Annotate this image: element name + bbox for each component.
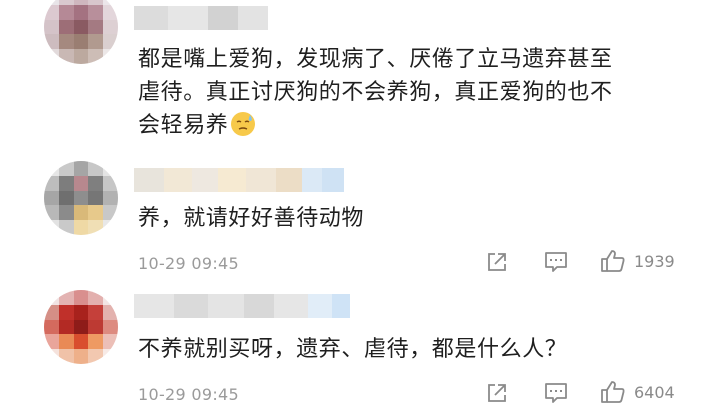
comment-text-line: 虐待。真正讨厌狗的不会养狗，真正爱狗的也不 bbox=[138, 80, 613, 105]
avatar[interactable] bbox=[44, 161, 118, 235]
comment-text-line-wrap: 会轻易养 bbox=[138, 109, 613, 142]
share-button[interactable] bbox=[486, 251, 508, 273]
avatar[interactable] bbox=[44, 290, 118, 364]
share-icon bbox=[488, 253, 506, 271]
like-count: 6404 bbox=[634, 382, 675, 402]
comment-text-line: 会轻易养 bbox=[138, 113, 229, 138]
thumbs-up-icon bbox=[601, 381, 625, 403]
comment-item: 养，就请好好善待动物 10-29 09:45 1939 bbox=[0, 150, 713, 280]
comment-icon bbox=[545, 252, 567, 272]
comment-button[interactable] bbox=[544, 382, 568, 404]
comment-text: 不养就别买呀，遗弃、虐待，都是什么人？ bbox=[138, 333, 567, 366]
comment-text-line: 都是嘴上爱狗，发现病了、厌倦了立马遗弃甚至 bbox=[138, 47, 613, 72]
share-icon bbox=[488, 384, 506, 402]
like-button[interactable]: 6404 bbox=[600, 380, 675, 404]
comment-text: 养，就请好好善待动物 bbox=[138, 202, 364, 235]
username-blurred[interactable] bbox=[134, 6, 268, 30]
username-blurred[interactable] bbox=[134, 294, 350, 318]
username-blurred[interactable] bbox=[134, 168, 344, 192]
comment-button[interactable] bbox=[544, 251, 568, 273]
share-button[interactable] bbox=[486, 382, 508, 404]
like-count: 1939 bbox=[634, 251, 675, 271]
avatar[interactable] bbox=[44, 0, 118, 64]
comment-item: 不养就别买呀，遗弃、虐待，都是什么人？ 10-29 09:45 6404 bbox=[0, 280, 713, 419]
comment-timestamp: 10-29 09:45 bbox=[138, 385, 239, 404]
like-button[interactable]: 1939 bbox=[600, 249, 675, 273]
thumbs-up-icon bbox=[601, 250, 625, 272]
comment-timestamp: 10-29 09:45 bbox=[138, 254, 239, 273]
comment-text-line: 不养就别买呀，遗弃、虐待，都是什么人？ bbox=[138, 337, 568, 362]
comment-text: 都是嘴上爱狗，发现病了、厌倦了立马遗弃甚至 虐待。真正讨厌狗的不会养狗，真正爱狗… bbox=[138, 43, 613, 142]
comment-icon bbox=[545, 383, 567, 403]
comment-item: 都是嘴上爱狗，发现病了、厌倦了立马遗弃甚至 虐待。真正讨厌狗的不会养狗，真正爱狗… bbox=[0, 0, 713, 150]
sweat-emoji-icon bbox=[231, 112, 256, 136]
comment-text-line: 养，就请好好善待动物 bbox=[138, 206, 365, 231]
